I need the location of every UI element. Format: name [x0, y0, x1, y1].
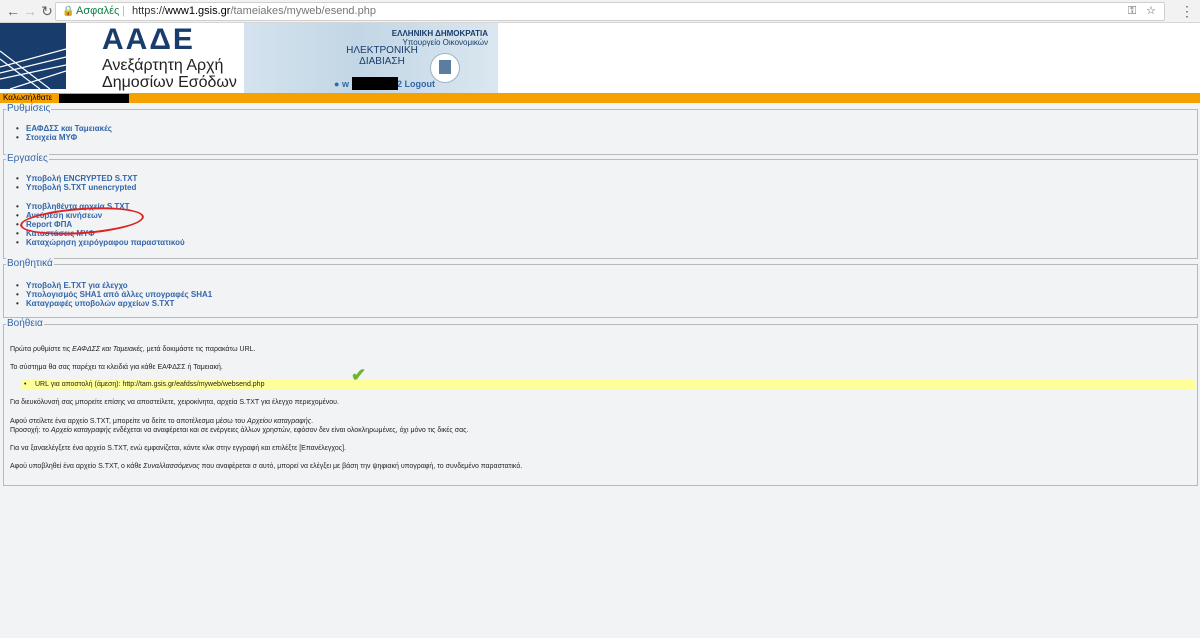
tools-legend: Βοηθητικά	[6, 258, 54, 269]
help-paragraph-4: Αφού στείλετε ένα αρχείο S.TXT, μπορείτε…	[10, 418, 314, 425]
send-url: URL για αποστολή (άμεση): http://tam.gsi…	[35, 381, 265, 388]
service-banner: ΕΛΛΗΝΙΚΗ ΔΗΜΟΚΡΑΤΙΑ Υπουργείο Οικονομικώ…	[244, 23, 498, 93]
link-submit-encrypted[interactable]: Υποβολή ENCRYPTED S.TXT	[16, 174, 137, 183]
brand-subtitle-2: Δημοσίων Εσόδων	[102, 74, 237, 91]
link-submission-logs[interactable]: Καταγραφές υποβολών αρχείων S.TXT	[16, 299, 212, 308]
redacted-username	[352, 77, 398, 90]
help-legend: Βοήθεια	[6, 318, 44, 329]
lock-icon: 🔒	[62, 6, 75, 17]
help-panel: Βοήθεια Πρώτα ρυθμίστε τις ΕΑΦΔΣΣ και Τα…	[3, 318, 1198, 486]
help-paragraph-6: Για να ξαναελέγξετε ένα αρχείο S.TXT, εν…	[10, 445, 346, 452]
site-header: ΑΑΔΕ Ανεξάρτητη Αρχή Δημοσίων Εσόδων ΕΛΛ…	[0, 23, 1200, 93]
secure-label: Ασφαλές	[76, 5, 120, 17]
welcome-bar: Καλωσήλθατε	[0, 93, 1200, 103]
browser-toolbar: ← → ↻ 🔒 Ασφαλές | https://www1.gsis.gr/t…	[0, 0, 1200, 23]
brand-subtitle-1: Ανεξάρτητη Αρχή	[102, 57, 224, 74]
welcome-text: Καλωσήλθατε	[3, 93, 53, 102]
checkmark-icon: ✔	[351, 365, 367, 385]
tools-list: Υποβολή E.TXT για έλεγχο Υπολογισμός SHA…	[16, 281, 212, 308]
banner-title: ΗΛΕΚΤΡΟΝΙΚΗ ΔΙΑΒΙΑΣΗ	[346, 45, 418, 67]
brand: ΑΑΔΕ Ανεξάρτητη Αρχή Δημοσίων Εσόδων	[102, 23, 237, 91]
aade-logo-icon	[0, 23, 67, 90]
url-highlight: • URL για αποστολή (άμεση): http://tam.g…	[21, 366, 1195, 389]
tools-panel: Βοηθητικά Υποβολή E.TXT για έλεγχο Υπολο…	[3, 258, 1198, 318]
link-submit-etxt[interactable]: Υποβολή E.TXT για έλεγχο	[16, 281, 212, 290]
settings-list: ΕΑΦΔΣΣ και Ταμειακές Στοιχεία ΜΥΦ	[16, 124, 112, 142]
help-paragraph-7: Αφού υποβληθεί ένα αρχείο S.TXT, ο κάθε …	[10, 463, 523, 470]
help-paragraph-2: Το σύστημα θα σας παρέχει τα κλειδιά για…	[10, 364, 223, 371]
key-icon[interactable]: ⚿	[1128, 3, 1136, 20]
tasks-panel: Εργασίες Υποβολή ENCRYPTED S.TXT Υποβολή…	[3, 153, 1198, 259]
menu-icon[interactable]: ⋮	[1180, 2, 1194, 20]
back-icon[interactable]: ←	[4, 2, 22, 20]
link-sha1-calc[interactable]: Υπολογισμός SHA1 από άλλες υπογραφές SHA…	[16, 290, 212, 299]
settings-legend: Ρυθμίσεις	[6, 103, 52, 114]
reload-icon[interactable]: ↻	[38, 2, 56, 20]
address-bar[interactable]: 🔒 Ασφαλές | https://www1.gsis.gr/tameiak…	[55, 2, 1165, 21]
link-eafdss-settings[interactable]: ΕΑΦΔΣΣ και Ταμειακές	[16, 124, 112, 133]
brand-title: ΑΑΔΕ	[102, 23, 195, 56]
forward-icon[interactable]: →	[21, 2, 39, 20]
help-paragraph-3: Για διευκόλυνσή σας μπορείτε επίσης να α…	[10, 399, 339, 406]
link-myf-data[interactable]: Στοιχεία ΜΥΦ	[16, 133, 112, 142]
user-icon: ●	[334, 79, 342, 89]
help-paragraph-1: Πρώτα ρυθμίστε τις ΕΑΦΔΣΣ και Ταμειακές,…	[10, 346, 256, 353]
tasks-list: Υποβολή ENCRYPTED S.TXT Υποβολή S.TXT un…	[16, 174, 137, 192]
link-submit-unencrypted[interactable]: Υποβολή S.TXT unencrypted	[16, 183, 137, 192]
url-text: https://www1.gsis.gr/tameiakes/myweb/ese…	[132, 5, 376, 17]
separator: |	[122, 5, 125, 17]
tasks-legend: Εργασίες	[6, 153, 49, 164]
link-manual-receipt[interactable]: Καταχώρηση χειρόγραφου παραστατικού	[16, 238, 185, 247]
help-paragraph-5: Προσοχή: το Αρχείο καταγραφής ενδέχεται …	[10, 427, 469, 434]
redacted-name	[59, 94, 129, 103]
settings-panel: Ρυθμίσεις ΕΑΦΔΣΣ και Ταμειακές Στοιχεία …	[3, 103, 1198, 155]
star-icon[interactable]: ☆	[1146, 3, 1156, 20]
